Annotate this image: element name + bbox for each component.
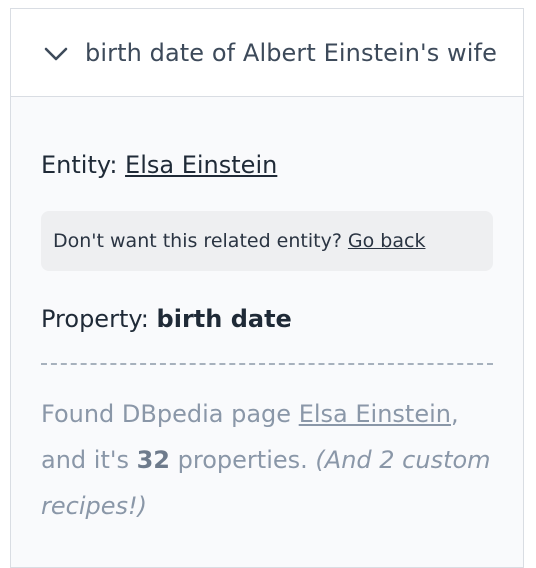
entity-row: Entity: Elsa Einstein xyxy=(41,151,493,179)
property-label: Property: xyxy=(41,305,149,333)
property-count: 32 xyxy=(136,446,171,474)
related-entity-notice: Don't want this related entity? Go back xyxy=(41,211,493,271)
found-prefix: Found DBpedia page xyxy=(41,400,292,428)
found-suffix: properties. xyxy=(177,446,308,474)
query-header[interactable]: birth date of Albert Einstein's wife xyxy=(11,9,523,97)
dashed-divider xyxy=(41,363,493,365)
property-value: birth date xyxy=(156,305,292,333)
found-summary: Found DBpedia page Elsa Einstein, and it… xyxy=(41,391,493,529)
panel-body: Entity: Elsa Einstein Don't want this re… xyxy=(11,151,523,529)
query-text: birth date of Albert Einstein's wife xyxy=(85,38,497,67)
go-back-link[interactable]: Go back xyxy=(348,230,426,252)
entity-label: Entity: xyxy=(41,151,118,179)
entity-link[interactable]: Elsa Einstein xyxy=(125,151,277,179)
query-panel: birth date of Albert Einstein's wife Ent… xyxy=(10,8,524,568)
chevron-down-icon[interactable] xyxy=(43,40,69,66)
notice-text: Don't want this related entity? xyxy=(53,230,342,252)
dbpedia-page-link[interactable]: Elsa Einstein xyxy=(299,400,451,428)
property-row: Property: birth date xyxy=(41,305,493,333)
